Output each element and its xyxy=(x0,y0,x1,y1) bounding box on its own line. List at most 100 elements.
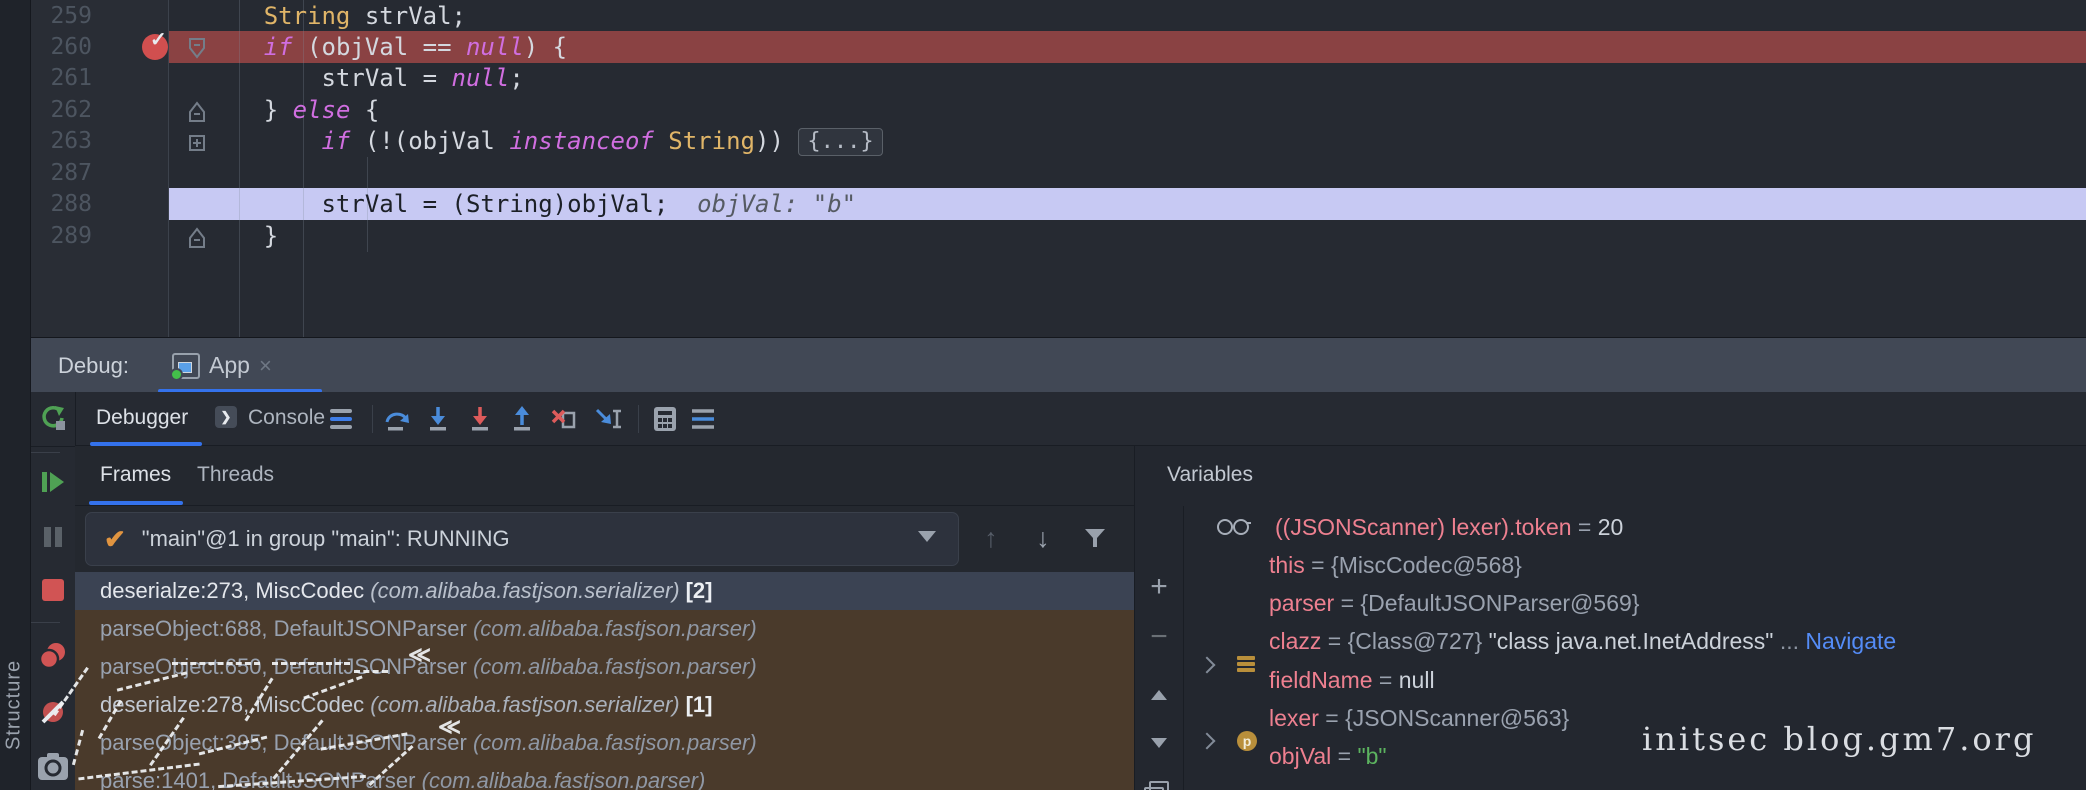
move-watch-down-icon[interactable] xyxy=(1135,725,1183,761)
thread-running-check-icon: ✔ xyxy=(104,523,126,554)
line-number[interactable]: 289 xyxy=(48,220,92,252)
duplicate-watch-icon[interactable] xyxy=(1135,775,1183,790)
stack-frame-row[interactable]: parseObject:650, DefaultJSONParser (com.… xyxy=(75,648,1134,686)
ellipsis: ... xyxy=(1773,627,1799,654)
next-frame-icon[interactable]: ↓ xyxy=(1023,512,1063,564)
line-number[interactable]: 260 xyxy=(48,31,92,63)
run-config-tab-label: App xyxy=(209,352,250,378)
variable-name: this xyxy=(1269,551,1305,578)
frame-badge: [1] xyxy=(685,692,713,717)
chevron-down-icon xyxy=(918,531,936,542)
run-config-tab-app[interactable]: App × xyxy=(158,338,286,393)
pause-program-icon[interactable] xyxy=(30,520,75,554)
code-line-259: 259 String strVal; xyxy=(30,0,2086,32)
site-watermark: initsec blog.gm7.org xyxy=(1642,720,2037,758)
variable-name: objVal xyxy=(1269,742,1332,769)
debugger-inline-hint: objVal: "b" xyxy=(697,190,857,218)
previous-frame-icon[interactable]: ↑ xyxy=(971,512,1011,564)
line-number[interactable]: 262 xyxy=(48,94,92,126)
folded-code-placeholder[interactable]: {...} xyxy=(798,128,883,156)
stack-frame-row[interactable]: deserialze:273, MiscCodec (com.alibaba.f… xyxy=(75,572,1134,610)
frame-location: parseObject:650, DefaultJSONParser xyxy=(100,654,467,679)
filter-frames-icon[interactable] xyxy=(1075,512,1115,564)
line-number[interactable]: 261 xyxy=(48,62,92,94)
debug-toolwindow-header: Debug: App × xyxy=(30,337,2086,393)
mute-breakpoints-icon[interactable] xyxy=(30,695,75,729)
rerun-icon[interactable] xyxy=(30,401,75,435)
run-to-cursor-icon[interactable] xyxy=(594,404,624,434)
equals: = xyxy=(1304,551,1332,578)
tab-threads[interactable]: Threads xyxy=(197,446,274,505)
stack-frame-row[interactable]: parseObject:395, DefaultJSONParser (com.… xyxy=(75,724,1134,762)
remove-watch-icon[interactable]: − xyxy=(1135,619,1183,655)
settings-sliders-icon[interactable] xyxy=(688,404,718,434)
line-number[interactable]: 288 xyxy=(48,188,92,220)
drop-frame-icon[interactable] xyxy=(549,404,579,434)
stack-frame-row[interactable]: parseObject:688, DefaultJSONParser (com.… xyxy=(75,610,1134,648)
step-into-icon[interactable] xyxy=(423,404,453,434)
evaluate-expression-icon[interactable] xyxy=(650,404,680,434)
thread-selector-dropdown[interactable]: ✔ "main"@1 in group "main": RUNNING xyxy=(85,512,959,566)
code-token: if xyxy=(321,127,351,155)
tab-frames[interactable]: Frames xyxy=(100,446,171,505)
step-over-icon[interactable] xyxy=(382,404,412,434)
frame-package: (com.alibaba.fastjson.parser) xyxy=(472,616,757,641)
stack-frame-row[interactable]: parse:1401, DefaultJSONParser (com.aliba… xyxy=(75,762,1134,790)
code-line-260: 260 ✓ if (objVal == null) { xyxy=(30,29,2086,63)
navigate-link[interactable]: Navigate xyxy=(1799,628,1896,654)
structure-toolwindow-button[interactable]: Structure xyxy=(0,640,29,770)
variable-value: {DefaultJSONParser@569} xyxy=(1360,589,1640,616)
watch-glasses-icon xyxy=(1217,519,1253,539)
close-icon[interactable]: × xyxy=(259,353,272,379)
frame-package: (com.alibaba.fastjson.parser) xyxy=(421,768,706,790)
debug-toolwindow-title: Debug: xyxy=(58,353,129,378)
code-line-261: 261 strVal = null; xyxy=(30,62,2086,94)
toolbar-divider xyxy=(372,405,373,433)
variable-string-value: "b" xyxy=(1357,742,1387,769)
force-step-into-icon[interactable] xyxy=(465,404,495,434)
divider xyxy=(30,622,60,623)
frame-location: parseObject:688, DefaultJSONParser xyxy=(100,616,467,641)
code-token: instanceof xyxy=(509,127,654,155)
move-watch-up-icon[interactable] xyxy=(1135,677,1183,713)
code-token: strVal; xyxy=(350,2,466,30)
equals: = xyxy=(1571,513,1598,540)
resume-program-icon[interactable] xyxy=(30,465,75,499)
variable-row[interactable]: p fieldName = null xyxy=(1183,661,2086,699)
line-number[interactable]: 259 xyxy=(48,0,92,32)
add-watch-icon[interactable]: + xyxy=(1135,569,1183,605)
code-token: } xyxy=(263,96,293,124)
variable-value: {Class@727} xyxy=(1347,627,1483,654)
layout-options-icon[interactable] xyxy=(330,405,352,433)
view-breakpoints-icon[interactable] xyxy=(30,639,75,673)
variable-row[interactable]: p clazz = {Class@727} "class java.net.In… xyxy=(1183,622,2086,660)
variable-value: null xyxy=(1398,666,1435,693)
stop-icon[interactable] xyxy=(30,573,75,607)
line-number[interactable]: 263 xyxy=(48,125,92,157)
tab-debugger[interactable]: Debugger xyxy=(96,392,188,446)
variable-row[interactable]: this = {MiscCodec@568} xyxy=(1183,546,2086,674)
thread-dump-camera-icon[interactable] xyxy=(30,750,75,784)
code-token: )) xyxy=(755,127,799,155)
watch-expression: ((JSONScanner) lexer).token xyxy=(1275,513,1572,540)
tab-console[interactable]: Console xyxy=(248,392,325,446)
code-token: strVal = xyxy=(321,64,452,92)
frame-package: (com.alibaba.fastjson.parser) xyxy=(472,654,757,679)
variable-name: lexer xyxy=(1269,704,1319,731)
thread-selector-value: "main"@1 in group "main": RUNNING xyxy=(141,526,510,551)
step-out-icon[interactable] xyxy=(507,404,537,434)
stack-frame-row[interactable]: deserialze:278, MiscCodec (com.alibaba.f… xyxy=(75,686,1134,724)
line-number[interactable]: 287 xyxy=(48,157,92,189)
breakpoint-verified-check-icon: ✓ xyxy=(150,29,167,51)
code-line-287: 287 xyxy=(30,157,2086,189)
equals: = xyxy=(1331,742,1358,769)
variable-row[interactable]: p parser = {DefaultJSONParser@569} xyxy=(1183,584,2086,751)
console-icon: ❯ xyxy=(215,404,237,428)
variable-name: fieldName xyxy=(1269,666,1373,693)
frame-badge: [2] xyxy=(685,578,713,603)
code-token: if xyxy=(263,33,293,61)
breakpoint-icon[interactable]: ✓ xyxy=(142,29,168,60)
code-line-263: 263 if (!(objVal instanceof String)) {..… xyxy=(30,125,2086,157)
equals: = xyxy=(1321,627,1348,654)
watch-row[interactable]: ((JSONScanner) lexer).token = 20 xyxy=(1183,508,2086,546)
